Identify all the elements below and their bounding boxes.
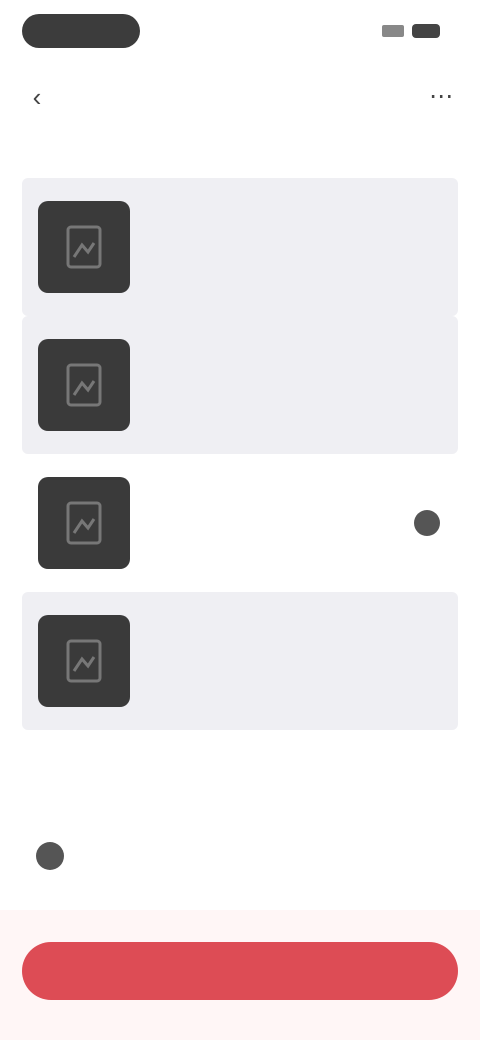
item-thumbnail (38, 201, 130, 293)
status-bar (0, 0, 480, 62)
image-icon (66, 639, 102, 683)
list-item[interactable] (22, 316, 458, 454)
battery-icon (412, 24, 440, 38)
more-icon: ⋯ (429, 83, 453, 110)
agreement-row[interactable] (36, 820, 444, 870)
item-thumbnail (38, 615, 130, 707)
list-item[interactable] (22, 592, 458, 730)
status-icons (382, 24, 440, 38)
item-thumbnail (38, 339, 130, 431)
image-icon (66, 363, 102, 407)
list-item[interactable] (22, 178, 458, 316)
agreement-checkbox[interactable] (36, 842, 64, 870)
back-button[interactable]: ‹ (22, 82, 52, 112)
list-item-selected[interactable] (22, 454, 458, 592)
image-icon (66, 225, 102, 269)
more-button[interactable]: ⋯ (426, 82, 456, 112)
status-time-pill (22, 14, 140, 48)
bottom-action-area (0, 910, 480, 1040)
navigation-bar: ‹ ⋯ (0, 70, 480, 160)
item-thumbnail (38, 477, 130, 569)
option-list (22, 178, 458, 730)
image-icon (66, 501, 102, 545)
primary-action-button[interactable] (22, 942, 458, 1000)
chevron-left-icon: ‹ (32, 82, 42, 112)
selected-radio-icon[interactable] (414, 510, 440, 536)
signal-icon (382, 25, 404, 37)
